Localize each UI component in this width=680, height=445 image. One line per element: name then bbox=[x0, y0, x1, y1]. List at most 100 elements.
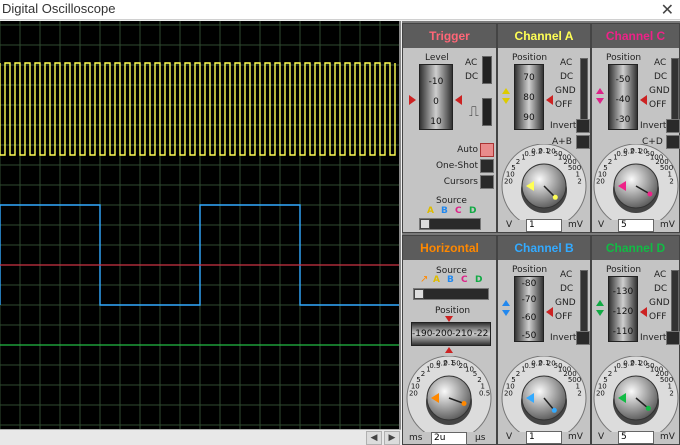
channel-c-position-tick: -50 bbox=[615, 75, 631, 85]
channel-d-position-label: Position bbox=[606, 265, 642, 275]
horizontal-position-tick: -190 bbox=[412, 329, 433, 339]
channel-b-position-wheel[interactable]: -80 -70 -60 -50 bbox=[514, 276, 544, 342]
trigger-level-tick: 10 bbox=[430, 117, 442, 127]
channel-c-position-tick: -40 bbox=[615, 95, 631, 105]
scope-traces bbox=[0, 21, 399, 429]
trigger-source-slider[interactable] bbox=[419, 218, 481, 230]
dial-tick-label: 20 bbox=[504, 177, 513, 185]
channel-b-position-up-icon bbox=[502, 300, 510, 306]
channel-b-unit-left: V bbox=[506, 432, 513, 442]
trigger-cursors-label: Cursors bbox=[443, 177, 478, 187]
channel-a-position-tick: 90 bbox=[523, 113, 535, 123]
dial-tick-label: 20 bbox=[409, 389, 418, 397]
trigger-dc-label: DC bbox=[465, 72, 479, 82]
channel-c-position-label: Position bbox=[606, 53, 642, 63]
channel-c-unit-left: V bbox=[598, 220, 605, 230]
trigger-cursors-button[interactable] bbox=[480, 175, 494, 189]
channel-c-position-up-icon bbox=[596, 88, 604, 94]
trigger-level-wheel[interactable]: -10 0 10 bbox=[419, 64, 453, 130]
title-bar: Digital Oscilloscope ✕ bbox=[0, 0, 680, 20]
channel-d-invert-label: Invert bbox=[640, 333, 667, 343]
channel-a-dc-label: DC bbox=[560, 72, 574, 82]
trigger-auto-button[interactable] bbox=[480, 143, 494, 157]
trigger-coupling-switch[interactable] bbox=[482, 56, 492, 84]
channel-c-position-tick: -30 bbox=[615, 115, 631, 125]
channel-d-value-field[interactable]: 5 bbox=[618, 431, 654, 444]
dial-tick-label: 20 bbox=[596, 389, 605, 397]
horizontal-source-arrow-icon: ↗ bbox=[420, 274, 429, 285]
channel-c-off-label: OFF bbox=[649, 100, 667, 110]
channel-a-volts-dial[interactable]: 20105210.50.20.1205010020050012 bbox=[500, 144, 590, 220]
channel-b-position-tick: -60 bbox=[521, 313, 537, 323]
channel-d-volts-dial[interactable]: 20105210.50.20.1205010020050012 bbox=[592, 356, 680, 432]
channel-b-title: Channel B bbox=[498, 236, 590, 260]
channel-b-value-field[interactable]: 1 bbox=[526, 431, 562, 444]
trigger-edge-switch[interactable] bbox=[482, 98, 492, 126]
channel-b-position-tick: -80 bbox=[521, 279, 537, 289]
channel-c-volts-dial[interactable]: 20105210.50.20.1205010020050012 bbox=[592, 144, 680, 220]
channel-a-coupling-switch[interactable] bbox=[580, 58, 588, 128]
channel-d-unit-left: V bbox=[598, 432, 605, 442]
trigger-oneshot-button[interactable] bbox=[480, 159, 494, 173]
channel-c-position-wheel[interactable]: -50 -40 -30 bbox=[608, 64, 638, 130]
horizontal-source-d: D bbox=[475, 275, 483, 285]
channel-d-title: Channel D bbox=[592, 236, 679, 260]
horizontal-position-tick: -22 bbox=[473, 329, 489, 339]
channel-c-value-field[interactable]: 5 bbox=[618, 219, 654, 232]
dial-pointer-dot bbox=[551, 407, 557, 413]
channel-b-panel: Channel B Position -80 -70 -60 -50 AC DC… bbox=[497, 235, 591, 445]
trigger-ac-label: AC bbox=[465, 58, 478, 68]
channel-a-invert-button[interactable] bbox=[576, 119, 590, 133]
trigger-oneshot-label: One-Shot bbox=[435, 161, 478, 171]
channel-a-position-wheel[interactable]: 70 80 90 bbox=[514, 64, 544, 130]
channel-b-invert-button[interactable] bbox=[576, 331, 590, 345]
close-button[interactable]: ✕ bbox=[661, 0, 674, 19]
channel-b-volts-dial[interactable]: 20105210.50.20.1205010020050012 bbox=[500, 356, 590, 432]
trigger-source-a: A bbox=[427, 206, 434, 216]
channel-d-invert-button[interactable] bbox=[666, 331, 680, 345]
dial-tick-label: 2 bbox=[608, 158, 612, 166]
dial-tick-label: 2 bbox=[577, 389, 581, 397]
channel-c-panel: Channel C Position -50 -40 -30 AC DC GND… bbox=[591, 23, 680, 233]
channel-d-position-wheel[interactable]: -130 -120 -110 bbox=[608, 276, 638, 342]
trigger-edge-icon: ⎍ bbox=[469, 104, 479, 120]
channel-c-unit-right: mV bbox=[660, 220, 675, 230]
horizontal-scrollbar[interactable]: ◀ ▶ bbox=[0, 429, 401, 445]
trace-channel-a bbox=[0, 62, 396, 156]
horizontal-unit-left: ms bbox=[409, 433, 423, 443]
channel-d-coupling-switch[interactable] bbox=[671, 270, 679, 340]
channel-b-off-label: OFF bbox=[555, 312, 573, 322]
window-title: Digital Oscilloscope bbox=[2, 1, 116, 16]
horizontal-position-label: Position bbox=[435, 306, 471, 316]
horizontal-position-wheel[interactable]: -190 -200 -210 -22 bbox=[411, 322, 491, 346]
channel-a-value-field[interactable]: 1 bbox=[526, 219, 562, 232]
horizontal-position-tick: -210 bbox=[452, 329, 473, 339]
horizontal-source-slider[interactable] bbox=[413, 288, 489, 300]
channel-b-invert-label: Invert bbox=[550, 333, 577, 343]
dial-tick-label: 2 bbox=[669, 389, 673, 397]
dial-tick-label: 2 bbox=[669, 177, 673, 185]
horizontal-panel: Horizontal Source ↗ A B C D Position -19… bbox=[402, 235, 497, 445]
dial-tick-label: 2 bbox=[608, 370, 612, 378]
channel-b-gnd-label: GND bbox=[555, 298, 576, 308]
channel-a-panel: Channel A Position 70 80 90 AC DC GND OF… bbox=[497, 23, 591, 233]
channel-b-position-down-icon bbox=[502, 310, 510, 316]
channel-c-gnd-label: GND bbox=[649, 86, 670, 96]
channel-a-position-down-icon bbox=[502, 98, 510, 104]
horizontal-value-field[interactable]: 2u bbox=[431, 432, 467, 445]
horizontal-source-a: A bbox=[433, 275, 440, 285]
scroll-left-button[interactable]: ◀ bbox=[366, 431, 382, 445]
channel-d-position-up-icon bbox=[596, 300, 604, 306]
trigger-level-marker-right-icon bbox=[455, 95, 462, 105]
channel-c-position-down-icon bbox=[596, 98, 604, 104]
channel-d-unit-right: mV bbox=[660, 432, 675, 442]
channel-c-invert-button[interactable] bbox=[666, 119, 680, 133]
dial-pointer-dot bbox=[552, 194, 558, 200]
channel-c-coupling-switch[interactable] bbox=[671, 58, 679, 128]
channel-c-ac-label: AC bbox=[654, 58, 667, 68]
channel-b-dc-label: DC bbox=[560, 284, 574, 294]
horizontal-time-dial[interactable]: 20105210.50.20.15020105210.5 bbox=[405, 356, 495, 432]
dial-tick-label: 20 bbox=[504, 389, 513, 397]
scroll-right-button[interactable]: ▶ bbox=[384, 431, 400, 445]
channel-b-coupling-switch[interactable] bbox=[580, 270, 588, 340]
